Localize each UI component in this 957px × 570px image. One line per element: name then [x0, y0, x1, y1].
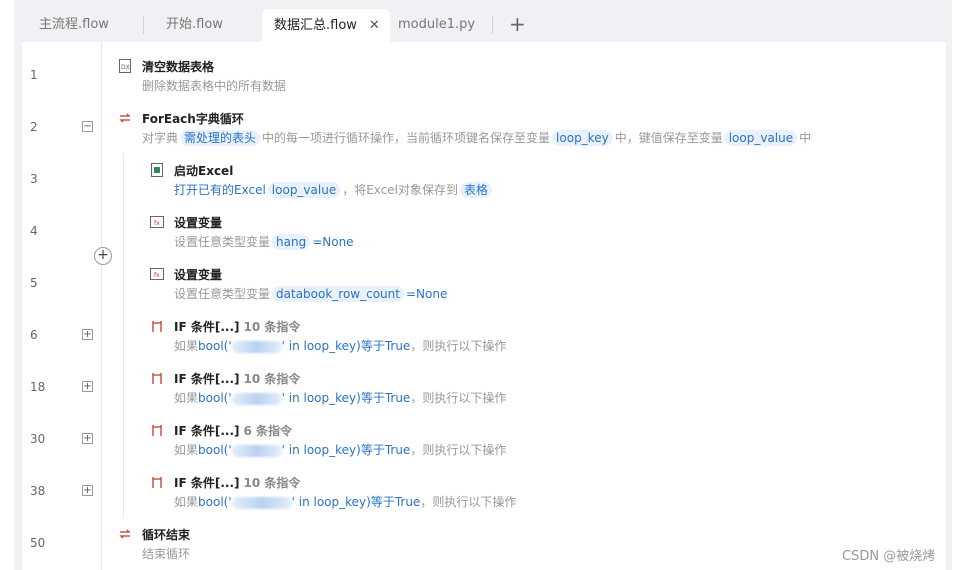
- command-description: 设置任意类型变量 hang =None: [174, 234, 354, 250]
- command-description: 对字典 需处理的表头 中的每一项进行循环操作，当前循环项键名保存至变量 loop_ke…: [142, 130, 812, 146]
- loop-nesting-guide: [123, 153, 124, 518]
- svg-text:fx: fx: [154, 220, 160, 227]
- add-tab-icon[interactable]: +: [509, 9, 526, 39]
- command-title: IF 条件[...] 10 条指令: [174, 372, 301, 386]
- command-description: 如果bool(' ' in loop_key)等于True，则执行以下操作: [174, 495, 517, 509]
- tab-label: 主流程.flow: [39, 17, 109, 32]
- svg-text:fx: fx: [154, 272, 160, 279]
- tab-data-summary-flow[interactable]: 数据汇总.flow ✕: [262, 9, 390, 42]
- command-description: 设置任意类型变量 databook_row_count =None: [174, 286, 448, 302]
- variable-chip: hang: [272, 234, 311, 250]
- line-number: 50: [30, 536, 46, 550]
- line-number: 2: [30, 120, 38, 134]
- tab-bar: [14, 0, 952, 42]
- branch-icon: [152, 425, 162, 436]
- command-title: 设置变量: [174, 216, 223, 230]
- tab-start-flow[interactable]: 开始.flow: [166, 10, 223, 42]
- line-number: 5: [30, 276, 38, 290]
- gutter-divider: [101, 42, 102, 570]
- watermark: CSDN @被烧烤: [842, 549, 936, 564]
- branch-icon: [152, 373, 162, 384]
- command-title: 启动Excel: [174, 164, 234, 178]
- redacted-text: [231, 392, 282, 405]
- instruction-count: 6 条指令: [243, 424, 293, 438]
- datatable-icon: DX: [119, 59, 131, 73]
- excel-icon: [151, 163, 163, 177]
- branch-icon: [152, 477, 162, 488]
- command-description: 删除数据表格中的所有数据: [142, 79, 287, 93]
- command-title: IF 条件[...] 6 条指令: [174, 424, 293, 438]
- expand-toggle[interactable]: +: [82, 485, 93, 496]
- tab-separator: [492, 16, 493, 34]
- line-number: 30: [30, 432, 46, 446]
- command-description: 结束循环: [142, 547, 191, 561]
- redacted-text: [231, 444, 282, 457]
- close-icon[interactable]: ✕: [369, 9, 380, 42]
- variable-chip: loop_value: [267, 182, 341, 198]
- tab-module1-py[interactable]: module1.py: [398, 10, 475, 42]
- line-number: 6: [30, 328, 38, 342]
- command-title: 设置变量: [174, 268, 223, 282]
- variable-chip: 表格: [460, 182, 493, 198]
- loop-icon: [119, 113, 131, 123]
- command-title: ForEach字典循环: [142, 112, 244, 126]
- command-description: 如果bool(' ' in loop_key)等于True，则执行以下操作: [174, 443, 507, 457]
- svg-text:DX: DX: [121, 64, 130, 71]
- command-title: 循环结束: [142, 528, 191, 542]
- line-number: 4: [30, 224, 38, 238]
- line-number: 3: [30, 172, 38, 186]
- tab-label: 数据汇总.flow: [274, 18, 357, 33]
- redacted-text: [231, 496, 292, 509]
- line-number: 1: [30, 68, 38, 82]
- command-title: IF 条件[...] 10 条指令: [174, 320, 301, 334]
- tab-separator: [143, 16, 144, 34]
- loop-icon: [119, 529, 131, 539]
- variable-chip: loop_value: [724, 130, 798, 146]
- collapse-toggle[interactable]: −: [82, 121, 93, 132]
- expand-toggle[interactable]: +: [82, 381, 93, 392]
- line-number: 18: [30, 380, 46, 394]
- instruction-count: 10 条指令: [243, 476, 301, 490]
- tab-main-flow[interactable]: 主流程.flow: [39, 10, 109, 42]
- insert-command-button[interactable]: +: [94, 247, 112, 265]
- variable-chip: loop_key: [552, 130, 613, 146]
- tab-label: 开始.flow: [166, 17, 223, 32]
- variable-icon: fx: [150, 216, 164, 228]
- branch-icon: [152, 321, 162, 332]
- line-number: 38: [30, 484, 46, 498]
- variable-chip: 需处理的表头: [180, 130, 261, 146]
- command-description: 打开已有的Excel loop_value ，将Excel对象保存到 表格: [174, 181, 494, 198]
- variable-chip: databook_row_count: [272, 286, 404, 302]
- command-description: 如果bool(' ' in loop_key)等于True，则执行以下操作: [174, 339, 507, 353]
- variable-icon: fx: [150, 268, 164, 280]
- expand-toggle[interactable]: +: [82, 433, 93, 444]
- command-title: 清空数据表格: [142, 60, 215, 74]
- redacted-text: [231, 340, 282, 353]
- instruction-count: 10 条指令: [243, 320, 301, 334]
- tab-label: module1.py: [398, 17, 476, 32]
- command-description: 如果bool(' ' in loop_key)等于True，则执行以下操作: [174, 391, 507, 405]
- command-title: IF 条件[...] 10 条指令: [174, 476, 301, 490]
- expand-toggle[interactable]: +: [82, 329, 93, 340]
- flow-editor: 1 2 3 4 5 6 18 30 38 50 − + + + + + DX 清…: [22, 42, 946, 570]
- instruction-count: 10 条指令: [243, 372, 301, 386]
